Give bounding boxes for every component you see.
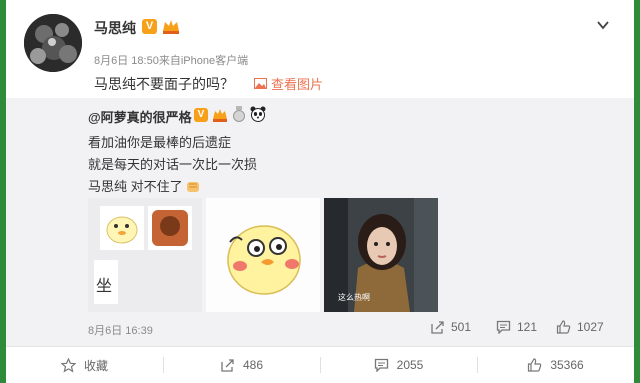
chevron-down-icon[interactable]	[596, 18, 610, 32]
picture-icon	[254, 78, 267, 89]
like-count-value: 1027	[577, 320, 604, 334]
vip-crown-icon	[163, 20, 179, 34]
favorite-label: 收藏	[83, 358, 108, 373]
avatar-image	[24, 14, 82, 72]
avatar[interactable]	[24, 14, 82, 72]
weibo-post-card: 马思纯 V 8月6日 18:50来自iPhone客户端 马思纯不要面子的吗？ 查…	[6, 0, 634, 383]
verified-badge-icon: V	[142, 19, 157, 34]
repost-button[interactable]: 486	[163, 347, 320, 383]
repost-image-2[interactable]	[206, 198, 320, 312]
comment-count: 2055	[396, 358, 424, 372]
comment-count-value: 121	[517, 320, 538, 334]
right-background-edge	[634, 0, 640, 383]
star-icon	[60, 357, 76, 373]
share-icon	[221, 359, 234, 372]
post-author-name[interactable]: 马思纯	[94, 18, 136, 38]
duck-sticker-image	[206, 198, 320, 312]
share-icon	[431, 321, 444, 334]
reposted-content: @阿萝真的很严格 V 看加油你是最棒的后遗症 就是每天的对话一次比一次损 马思纯…	[6, 98, 634, 346]
repost-text-line-1: 看加油你是最棒的后遗症	[88, 135, 232, 150]
thumbs-up-icon	[528, 358, 542, 372]
post-action-bar: 收藏 486 2055 35366	[6, 346, 634, 383]
repost-image-1[interactable]: 坐	[88, 198, 202, 312]
verified-badge-icon: V	[194, 108, 208, 122]
post-timestamp-source: 8月6日 18:50来自iPhone客户端	[94, 55, 249, 67]
repost-text-line-2: 就是每天的对话一次比一次损	[88, 157, 258, 172]
thumbs-up-icon	[556, 320, 571, 334]
favorite-button[interactable]: 收藏	[6, 347, 163, 383]
share-count-value: 501	[451, 320, 472, 334]
repost-count: 486	[242, 358, 264, 372]
movie-subtitle: 这么热啊	[338, 293, 370, 302]
medal-icon	[233, 106, 245, 122]
repost-comment-count[interactable]: 121	[496, 320, 537, 334]
repost-share-count[interactable]: 501	[430, 320, 471, 334]
panda-icon	[250, 106, 266, 122]
repost-like-count[interactable]: 1027	[556, 320, 604, 334]
like-count: 35366	[550, 358, 584, 372]
comment-icon	[496, 320, 511, 334]
original-author-name[interactable]: @阿萝真的很严格	[88, 107, 192, 126]
repost-image-3[interactable]: 这么热啊	[324, 198, 438, 312]
comment-icon	[374, 358, 388, 372]
sticker-text: 坐	[96, 278, 113, 295]
post-text: 马思纯不要面子的吗？	[94, 76, 234, 92]
comment-button[interactable]: 2055	[320, 347, 477, 383]
view-picture-link[interactable]: 查看图片	[254, 74, 323, 93]
fist-emoji-icon	[186, 181, 199, 192]
view-picture-label: 查看图片	[271, 77, 324, 92]
repost-original-timestamp: 8月6日 16:39	[88, 325, 153, 337]
repost-text-line-3-text: 马思纯 对不住了	[88, 179, 183, 194]
vip-crown-icon	[213, 109, 227, 122]
like-button[interactable]: 35366	[477, 347, 634, 383]
repost-text-line-3: 马思纯 对不住了	[88, 176, 201, 195]
